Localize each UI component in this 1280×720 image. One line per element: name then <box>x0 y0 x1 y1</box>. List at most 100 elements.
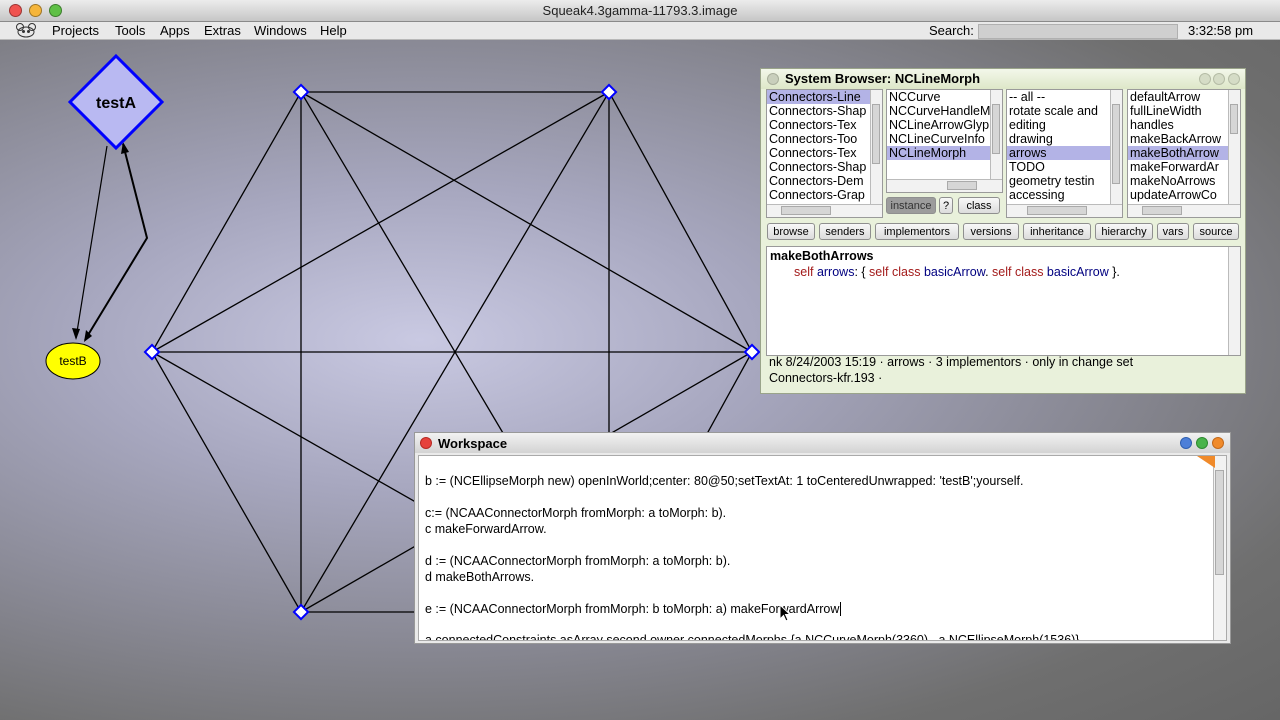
collapse-icon[interactable] <box>1212 437 1224 449</box>
ellipse-label: testB <box>59 354 86 368</box>
list-item[interactable]: Connectors-Tex <box>767 118 882 132</box>
horizontal-scrollbar[interactable] <box>887 179 1002 192</box>
edge[interactable] <box>151 351 302 613</box>
list-item[interactable]: NCLineMorph <box>887 146 1002 160</box>
code-line: c makeForwardArrow. <box>425 522 547 536</box>
implementors-button[interactable]: implementors <box>875 223 959 240</box>
list-item[interactable]: rotate scale and <box>1007 104 1122 118</box>
senders-button[interactable]: senders <box>819 223 871 240</box>
system-browser-window[interactable]: System Browser: NCLineMorph Connectors-L… <box>760 68 1246 394</box>
list-item[interactable]: fullLineWidth <box>1128 104 1240 118</box>
mouse-cursor-icon <box>779 604 791 622</box>
menu-icon[interactable] <box>1199 73 1211 85</box>
inheritance-button[interactable]: inheritance <box>1023 223 1091 240</box>
menu-projects[interactable]: Projects <box>52 23 99 38</box>
vertical-scrollbar[interactable] <box>1228 247 1240 355</box>
ellipse-morph-testB[interactable]: testB <box>45 342 101 380</box>
collapse-icon[interactable] <box>1228 73 1240 85</box>
browser-title-bar[interactable]: System Browser: NCLineMorph <box>761 69 1245 89</box>
list-item[interactable]: editing <box>1007 118 1122 132</box>
list-item[interactable]: updateArrowCo <box>1128 188 1240 202</box>
list-item[interactable]: handles <box>1128 118 1240 132</box>
method-list[interactable]: defaultArrow fullLineWidth handles makeB… <box>1127 89 1241 218</box>
diamond-morph-testA[interactable]: testA <box>67 53 165 151</box>
help-toggle[interactable]: ? <box>939 197 953 214</box>
vars-button[interactable]: vars <box>1157 223 1189 240</box>
expand-icon[interactable] <box>1196 437 1208 449</box>
list-item[interactable]: Connectors-Shap <box>767 104 882 118</box>
list-item[interactable]: NCLineArrowGlyp <box>887 118 1002 132</box>
vertical-scrollbar[interactable] <box>1228 90 1240 205</box>
vertical-scrollbar[interactable] <box>1110 90 1122 205</box>
vertical-scrollbar[interactable] <box>1213 456 1226 640</box>
instance-toggle[interactable]: instance <box>886 197 936 214</box>
list-item[interactable]: Connectors-Shap <box>767 160 882 174</box>
vertex-handle[interactable] <box>143 343 161 361</box>
menu-tools[interactable]: Tools <box>115 23 145 38</box>
protocol-list[interactable]: -- all -- rotate scale and editing drawi… <box>1006 89 1123 218</box>
hierarchy-button[interactable]: hierarchy <box>1095 223 1153 240</box>
list-item[interactable]: makeForwardAr <box>1128 160 1240 174</box>
list-item[interactable]: TODO <box>1007 160 1122 174</box>
list-item[interactable]: Connectors-Tex <box>767 146 882 160</box>
menu-windows[interactable]: Windows <box>254 23 307 38</box>
edge[interactable] <box>151 91 610 353</box>
close-icon[interactable] <box>420 437 432 449</box>
squeak-logo-icon[interactable] <box>14 22 38 39</box>
connector-c[interactable] <box>75 145 108 339</box>
list-item[interactable]: geometry testin <box>1007 174 1122 188</box>
browser-title: System Browser: NCLineMorph <box>785 71 981 86</box>
horizontal-scrollbar[interactable] <box>1007 204 1122 217</box>
connectors <box>75 143 149 341</box>
class-toggle[interactable]: class <box>958 197 1000 214</box>
list-item[interactable]: Connectors-Dem <box>767 174 882 188</box>
connector-d[interactable] <box>84 143 149 341</box>
menu-apps[interactable]: Apps <box>160 23 190 38</box>
workspace-window[interactable]: Workspace b := (NCEllipseMorph new) open… <box>414 432 1231 644</box>
vertex-handle[interactable] <box>600 83 618 101</box>
workspace-title-bar[interactable]: Workspace <box>415 433 1230 453</box>
edge[interactable] <box>608 91 753 353</box>
list-item[interactable]: Connectors-Grap <box>767 188 882 202</box>
menu-help[interactable]: Help <box>320 23 347 38</box>
menu-extras[interactable]: Extras <box>204 23 241 38</box>
close-icon[interactable] <box>767 73 779 85</box>
list-item[interactable]: makeBackArrow <box>1128 132 1240 146</box>
expand-icon[interactable] <box>1213 73 1225 85</box>
browse-button[interactable]: browse <box>767 223 815 240</box>
list-item[interactable]: NCLineCurveInfo <box>887 132 1002 146</box>
list-item[interactable]: defaultArrow <box>1128 90 1240 104</box>
code-editor[interactable]: makeBothArrows self arrows: { self class… <box>766 246 1241 356</box>
list-item[interactable]: NCCurveHandleM <box>887 104 1002 118</box>
category-list[interactable]: Connectors-Line Connectors-Shap Connecto… <box>766 89 883 218</box>
browser-button-bar: browse senders implementors versions inh… <box>767 223 1243 242</box>
vertex-handle[interactable] <box>743 343 761 361</box>
method-body: self arrows: { self class basicArrow. se… <box>794 265 1120 279</box>
list-item[interactable]: drawing <box>1007 132 1122 146</box>
dog-ear-icon <box>1197 456 1215 468</box>
vertex-handle[interactable] <box>292 603 310 621</box>
vertical-scrollbar[interactable] <box>870 90 882 205</box>
class-list[interactable]: NCCurve NCCurveHandleM NCLineArrowGlyp N… <box>886 89 1003 193</box>
edge[interactable] <box>151 91 302 353</box>
vertex-handle[interactable] <box>292 83 310 101</box>
list-item[interactable]: makeNoArrows <box>1128 174 1240 188</box>
list-item[interactable]: NCCurve <box>887 90 1002 104</box>
list-item[interactable]: arrows <box>1007 146 1122 160</box>
edge[interactable] <box>300 91 753 353</box>
search-input[interactable] <box>978 24 1178 39</box>
versions-button[interactable]: versions <box>963 223 1019 240</box>
workspace-editor[interactable]: b := (NCEllipseMorph new) openInWorld;ce… <box>418 455 1227 641</box>
horizontal-scrollbar[interactable] <box>1128 204 1240 217</box>
source-button[interactable]: source <box>1193 223 1239 240</box>
menu-icon[interactable] <box>1180 437 1192 449</box>
list-item[interactable]: -- all -- <box>1007 90 1122 104</box>
list-item[interactable]: Connectors-Too <box>767 132 882 146</box>
list-item[interactable]: makeBothArrow <box>1128 146 1240 160</box>
horizontal-scrollbar[interactable] <box>767 204 882 217</box>
vertical-scrollbar[interactable] <box>990 90 1002 180</box>
method-signature: makeBothArrows <box>770 249 874 263</box>
code-line: a connectedConstraints asArray second ow… <box>425 633 1080 641</box>
list-item[interactable]: accessing <box>1007 188 1122 202</box>
list-item[interactable]: Connectors-Line <box>767 90 882 104</box>
